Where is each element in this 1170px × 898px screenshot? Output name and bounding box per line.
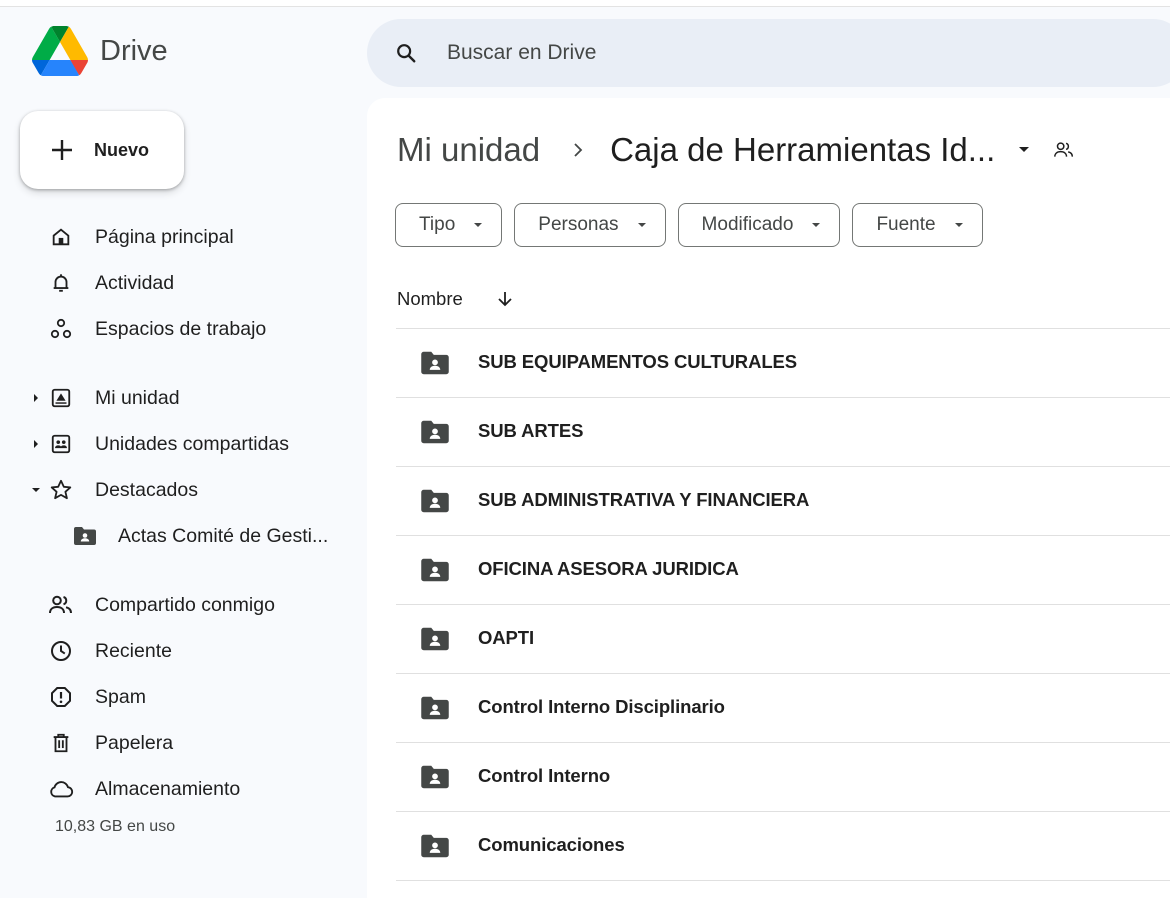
cloud-icon (48, 776, 74, 802)
file-row[interactable]: SUB ADMINISTRATIVA Y FINANCIERA (396, 467, 1170, 536)
sidebar-item-spam[interactable]: Spam (0, 675, 360, 719)
sidebar-item-starred[interactable]: Destacados (0, 468, 360, 512)
shared-folder-icon (421, 834, 449, 858)
breadcrumb-current-folder[interactable]: Caja de Herramientas Id... (610, 131, 995, 169)
chip-label: Personas (538, 214, 619, 235)
breadcrumb: Mi unidad Caja de Herramientas Id... (397, 131, 1079, 169)
file-row[interactable]: OFICINA ASESORA JURIDICA (396, 536, 1170, 605)
sidebar-item-workspaces[interactable]: Espacios de trabajo (0, 307, 360, 351)
filter-type-chip[interactable]: Tipo (395, 203, 503, 247)
dropdown-arrow-icon (637, 220, 647, 230)
sidebar-item-my-drive[interactable]: Mi unidad (0, 376, 360, 420)
caret-right-icon[interactable] (31, 393, 41, 403)
dropdown-arrow-icon (473, 220, 483, 230)
sidebar-item-home[interactable]: Página principal (0, 215, 360, 259)
column-label: Nombre (397, 288, 463, 309)
sidebar-item-label: Actas Comité de Gesti... (118, 524, 329, 547)
star-icon (48, 477, 74, 503)
name-column-header[interactable]: Nombre (397, 288, 516, 310)
file-row[interactable]: Control Interno Disciplinario (396, 674, 1170, 743)
file-name: SUB ARTES (478, 420, 584, 441)
file-name: OFICINA ASESORA JURIDICA (478, 558, 739, 579)
sidebar-item-label: Spam (95, 685, 146, 708)
spam-icon (48, 684, 74, 710)
file-row[interactable]: OAPTI (396, 605, 1170, 674)
filter-people-chip[interactable]: Personas (514, 203, 666, 247)
caret-right-icon[interactable] (31, 439, 41, 449)
dropdown-arrow-icon[interactable] (1017, 143, 1031, 157)
shared-folder-icon (421, 558, 449, 582)
chevron-right-icon (572, 141, 586, 159)
storage-usage-text: 10,83 GB en uso (55, 818, 176, 835)
arrow-down-icon[interactable] (496, 289, 516, 309)
main-content: Mi unidad Caja de Herramientas Id... Tip… (367, 98, 1170, 898)
app-name: Drive (100, 34, 168, 67)
sidebar-item-label: Almacenamiento (95, 777, 241, 800)
breadcrumb-root[interactable]: Mi unidad (397, 131, 540, 169)
sidebar-item-label: Espacios de trabajo (95, 317, 267, 340)
sidebar-item-label: Actividad (95, 271, 175, 294)
dropdown-arrow-icon (811, 220, 821, 230)
sidebar-item-recent[interactable]: Reciente (0, 629, 360, 673)
filter-chips: Tipo Personas Modificado Fuente (395, 203, 995, 247)
trash-icon (48, 730, 74, 756)
sidebar-item-label: Página principal (95, 225, 234, 248)
drive-logo-icon (32, 26, 88, 76)
sidebar-item-label: Destacados (95, 478, 198, 501)
file-name: Control Interno Disciplinario (478, 696, 725, 717)
shared-folder-icon (72, 523, 98, 549)
sidebar-item-starred-folder[interactable]: Actas Comité de Gesti... (0, 514, 360, 558)
my-drive-icon (48, 385, 74, 411)
shared-folder-icon (421, 765, 449, 789)
sidebar-item-label: Unidades compartidas (95, 432, 290, 455)
shared-folder-icon (421, 696, 449, 720)
file-name: OAPTI (478, 627, 535, 648)
sidebar-item-label: Reciente (95, 639, 172, 662)
shared-folder-icon (421, 489, 449, 513)
share-people-icon[interactable] (1053, 137, 1079, 163)
file-row[interactable]: SUB EQUIPAMENTOS CULTURALES (396, 329, 1170, 398)
home-icon (48, 224, 74, 250)
file-row[interactable]: SUB ARTES (396, 398, 1170, 467)
chip-label: Tipo (419, 214, 456, 235)
file-name: Comunicaciones (478, 834, 625, 855)
caret-down-icon[interactable] (31, 485, 41, 495)
shared-drives-icon (48, 431, 74, 457)
new-button-label: Nuevo (94, 139, 150, 160)
drive-logo[interactable]: Drive (32, 26, 168, 76)
bell-icon (48, 270, 74, 296)
shared-folder-icon (421, 351, 449, 375)
file-row[interactable]: Control Interno (396, 743, 1170, 812)
file-name: SUB EQUIPAMENTOS CULTURALES (478, 351, 798, 372)
sidebar-item-shared-drives[interactable]: Unidades compartidas (0, 422, 360, 466)
workspaces-icon (48, 316, 74, 342)
sidebar-item-trash[interactable]: Papelera (0, 721, 360, 765)
search-bar[interactable]: Buscar en Drive (367, 19, 1170, 87)
chip-label: Fuente (876, 214, 936, 235)
clock-icon (48, 638, 74, 664)
sidebar-item-label: Compartido conmigo (95, 593, 275, 616)
sidebar-item-label: Mi unidad (95, 386, 180, 409)
sidebar-item-shared-with-me[interactable]: Compartido conmigo (0, 583, 360, 627)
sidebar-item-storage[interactable]: Almacenamiento (0, 767, 360, 811)
new-button[interactable]: Nuevo (20, 111, 184, 189)
sidebar-item-label: Papelera (95, 731, 174, 754)
search-input[interactable]: Buscar en Drive (447, 41, 596, 65)
sidebar-item-activity[interactable]: Actividad (0, 261, 360, 305)
file-name: SUB ADMINISTRATIVA Y FINANCIERA (478, 489, 810, 510)
dropdown-arrow-icon (954, 220, 964, 230)
people-icon (48, 592, 74, 618)
chip-label: Modificado (701, 214, 794, 235)
window-top-edge (0, 0, 1170, 7)
filter-modified-chip[interactable]: Modificado (677, 203, 841, 247)
filter-source-chip[interactable]: Fuente (852, 203, 983, 247)
file-row[interactable]: Comunicaciones (396, 812, 1170, 881)
file-name: Control Interno (478, 765, 611, 786)
plus-icon (46, 134, 78, 166)
search-icon[interactable] (393, 40, 419, 66)
shared-folder-icon (421, 627, 449, 651)
shared-folder-icon (421, 420, 449, 444)
